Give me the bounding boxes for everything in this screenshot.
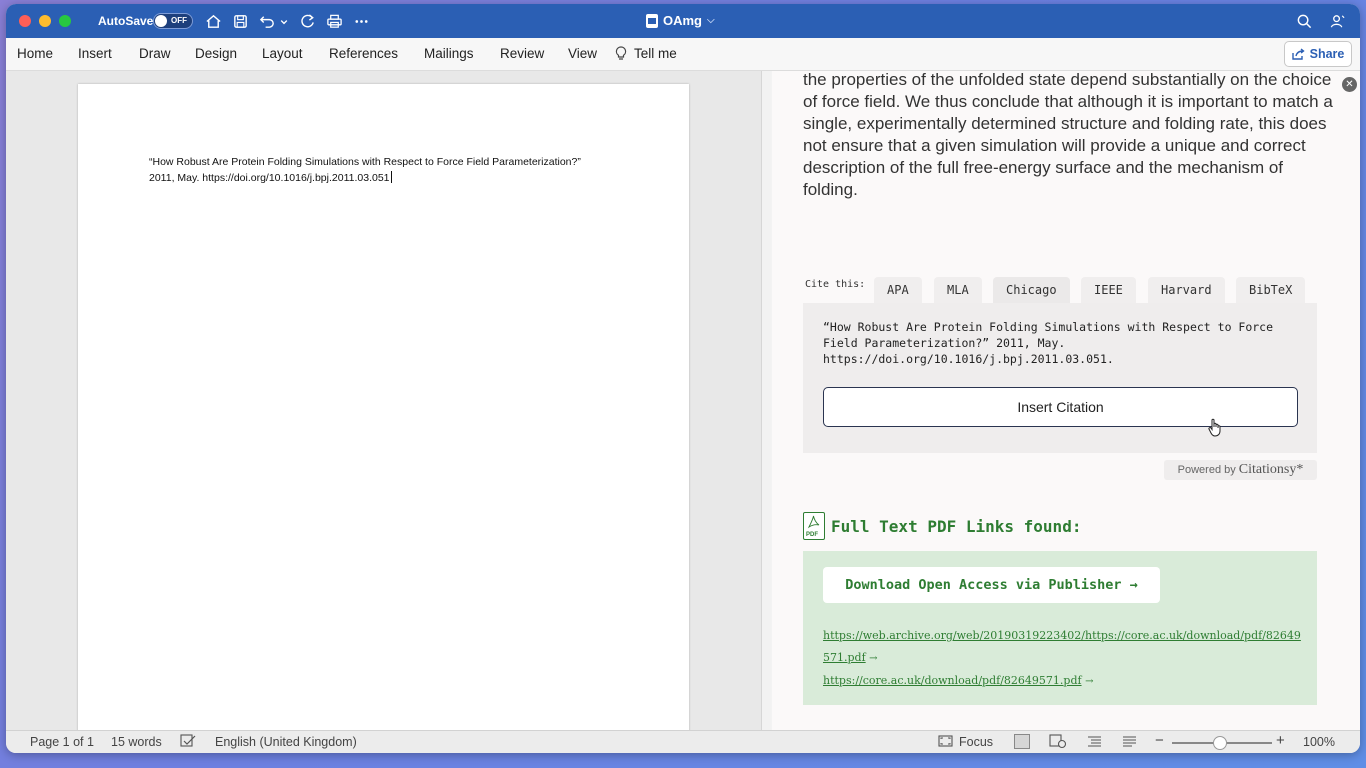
tab-review[interactable]: Review [500,46,544,61]
tab-insert[interactable]: Insert [78,46,112,61]
home-icon[interactable] [204,12,222,30]
cite-style-tabs: Cite this: APA MLA Chicago IEEE Harvard … [805,277,1325,303]
arrow-right-icon: → [869,653,878,664]
pane-divider[interactable] [761,71,771,730]
citation-preview-box: “How Robust Are Protein Folding Simulati… [803,303,1317,453]
save-icon[interactable] [231,12,249,30]
cite-tab-apa[interactable]: APA [874,277,922,303]
tab-mailings[interactable]: Mailings [424,46,474,61]
tell-me-label: Tell me [634,46,677,61]
zoom-slider-handle[interactable] [1213,736,1227,750]
redo-icon[interactable] [298,12,316,30]
tab-draw[interactable]: Draw [139,46,171,61]
download-open-access-button[interactable]: Download Open Access via Publisher → [823,567,1160,603]
pdf-file-icon: PDF [803,512,825,540]
powered-by-badge[interactable]: Powered by Citationsy* [1164,460,1317,480]
close-window-button[interactable] [19,15,31,27]
account-icon[interactable] [1328,12,1346,30]
powered-by-label: Powered by [1177,464,1236,476]
archive-pdf-link[interactable]: https://web.archive.org/web/201903192234… [823,629,1301,664]
arrow-right-icon: → [1085,676,1094,687]
pdf-links-heading: PDF Full Text PDF Links found: [803,512,1081,540]
page-count[interactable]: Page 1 of 1 [30,735,94,749]
search-icon[interactable] [1295,12,1313,30]
citation-addin-panel: ✕ the properties of the unfolded state d… [772,71,1360,730]
word-document-icon [646,13,658,28]
pdf-links-box: Download Open Access via Publisher → htt… [803,551,1317,705]
autosave-toggle[interactable]: OFF [153,13,193,29]
tell-me-search[interactable]: Tell me [615,46,677,61]
tab-home[interactable]: Home [17,46,53,61]
minimize-window-button[interactable] [39,15,51,27]
toggle-knob [155,15,167,27]
outline-view-icon[interactable] [1087,735,1102,751]
document-canvas: “How Robust Are Protein Folding Simulati… [6,71,761,744]
ribbon-tabs: Home Insert Draw Design Layout Reference… [6,38,1360,71]
citation-preview-text: “How Robust Are Protein Folding Simulati… [823,320,1274,366]
close-panel-icon[interactable]: ✕ [1342,77,1357,92]
cite-tab-mla[interactable]: MLA [934,277,982,303]
more-options-icon[interactable] [352,12,370,30]
text-cursor [390,171,392,183]
undo-icon[interactable] [258,12,276,30]
share-label: Share [1309,47,1345,61]
pdf-links-title: Full Text PDF Links found: [831,516,1082,536]
share-button[interactable]: Share [1284,41,1352,67]
undo-dropdown-chevron-icon[interactable] [279,12,289,30]
print-layout-view-icon[interactable] [1014,734,1030,749]
lightbulb-icon [615,46,627,60]
web-layout-view-icon[interactable] [1049,734,1067,752]
document-citation-text[interactable]: “How Robust Are Protein Folding Simulati… [149,154,629,186]
title-bar: AutoSave OFF OAmg ⌵ [6,4,1360,38]
autosave-label: AutoSave [98,14,154,28]
pdf-link-list: https://web.archive.org/web/201903192234… [823,625,1303,693]
tab-design[interactable]: Design [195,46,237,61]
zoom-out-button[interactable]: − [1155,732,1164,749]
proofing-icon[interactable] [180,734,196,752]
citation-line-1: “How Robust Are Protein Folding Simulati… [149,156,581,168]
cite-tab-harvard[interactable]: Harvard [1148,277,1225,303]
word-window: AutoSave OFF OAmg ⌵ Home Insert Draw Des… [6,4,1360,753]
zoom-in-button[interactable]: + [1276,732,1285,749]
language-indicator[interactable]: English (United Kingdom) [215,735,357,749]
document-title[interactable]: OAmg ⌵ [646,13,715,28]
pdf-link-item: https://web.archive.org/web/201903192234… [823,625,1303,670]
print-icon[interactable] [325,12,343,30]
focus-mode-icon[interactable] [938,734,953,751]
document-page[interactable]: “How Robust Are Protein Folding Simulati… [78,84,689,744]
insert-citation-button[interactable]: Insert Citation [823,387,1298,427]
status-bar: Page 1 of 1 15 words English (United Kin… [6,730,1360,753]
abstract-text: the properties of the unfolded state dep… [803,71,1333,199]
tab-layout[interactable]: Layout [262,46,303,61]
autosave-state: OFF [171,16,187,25]
word-count[interactable]: 15 words [111,735,162,749]
zoom-level[interactable]: 100% [1303,735,1335,749]
hand-pointer-cursor-icon [1208,418,1221,437]
share-icon [1291,48,1305,60]
citationsy-logo: Citationsy* [1238,462,1304,477]
zoom-window-button[interactable] [59,15,71,27]
document-title-text: OAmg [663,13,702,28]
tab-view[interactable]: View [568,46,597,61]
cite-tab-bibtex[interactable]: BibTeX [1236,277,1306,303]
cite-tab-ieee[interactable]: IEEE [1081,277,1136,303]
citation-line-2: 2011, May. https://doi.org/10.1016/j.bpj… [149,172,390,184]
pdf-link-item: https://core.ac.uk/download/pdf/82649571… [823,670,1303,693]
tab-references[interactable]: References [329,46,398,61]
focus-label[interactable]: Focus [959,735,993,749]
cite-tab-chicago[interactable]: Chicago [993,277,1070,303]
draft-view-icon[interactable] [1122,735,1137,751]
cite-this-label: Cite this: [805,279,866,290]
core-pdf-link[interactable]: https://core.ac.uk/download/pdf/82649571… [823,674,1082,687]
chevron-down-icon: ⌵ [707,15,715,26]
